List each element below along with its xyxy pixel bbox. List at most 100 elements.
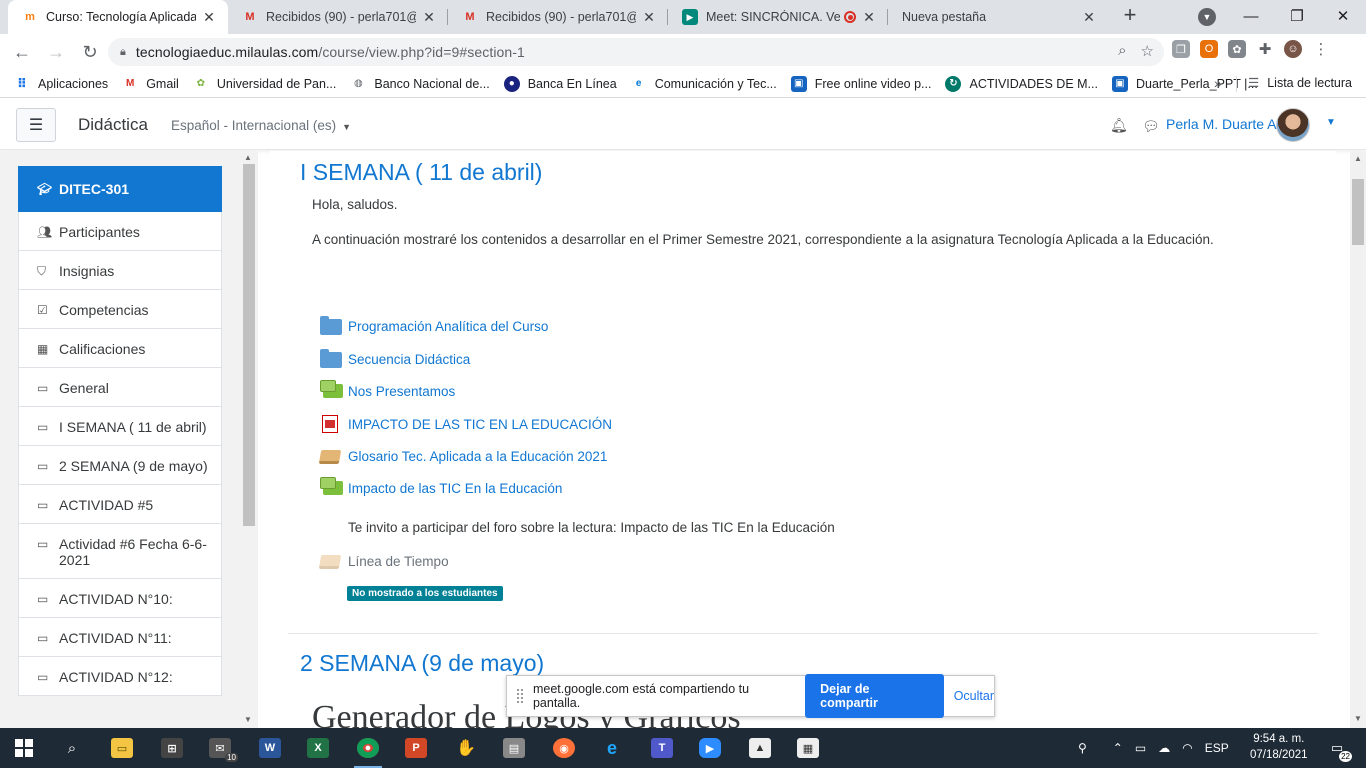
sidebar-item-semana-1[interactable]: ▭ I SEMANA ( 11 de abril) bbox=[18, 407, 222, 446]
word-icon[interactable]: W bbox=[250, 732, 290, 764]
drag-handle-icon[interactable] bbox=[517, 689, 523, 703]
drawer-scroll-thumb[interactable] bbox=[243, 164, 255, 526]
internet-explorer-icon[interactable]: e bbox=[592, 732, 632, 764]
extension-copy-icon[interactable]: ❐ bbox=[1172, 40, 1190, 58]
new-tab-icon[interactable]: + bbox=[1118, 4, 1142, 28]
bookmark-university[interactable]: ✿ Universidad de Pan... bbox=[193, 76, 337, 92]
tray-expand-icon[interactable]: ⌃ bbox=[1113, 741, 1123, 755]
battery-icon[interactable]: ▭ bbox=[1135, 741, 1146, 755]
photos-icon[interactable]: ▲ bbox=[740, 732, 780, 764]
sidebar-item-competencias[interactable]: ☑ Competencias bbox=[18, 290, 222, 329]
sidebar-item-actividad-6[interactable]: ▭ Actividad #6 Fecha 6-6-2021 bbox=[18, 524, 222, 579]
sidebar-item-semana-2[interactable]: ▭ 2 SEMANA (9 de mayo) bbox=[18, 446, 222, 485]
notifications-icon[interactable]: ▭ 22 bbox=[1326, 738, 1352, 762]
bell-icon[interactable]: 🔔︎ bbox=[1110, 117, 1128, 134]
scroll-down-icon[interactable]: ▼ bbox=[244, 715, 252, 724]
section-title[interactable]: 2 SEMANA (9 de mayo) bbox=[300, 650, 544, 677]
sidebar-item-course[interactable]: 🎓︎ DITEC-301 bbox=[18, 166, 222, 212]
language-menu[interactable]: Español - Internacional (es) ▼ bbox=[171, 118, 351, 133]
bookmark-comunicacion[interactable]: e Comunicación y Tec... bbox=[631, 76, 777, 92]
user-menu-caret-icon[interactable]: ▼ bbox=[1326, 117, 1336, 128]
wifi-icon[interactable]: ◠ bbox=[1182, 741, 1192, 755]
page-scroll-thumb[interactable] bbox=[1352, 179, 1364, 245]
bookmark-star-icon[interactable]: ☆ bbox=[1141, 42, 1154, 60]
activity-impacto-pdf[interactable]: IMPACTO DE LAS TIC EN LA EDUCACIÓN bbox=[320, 415, 612, 433]
close-tab-icon[interactable]: ✕ bbox=[420, 9, 438, 26]
tab-gmail-2[interactable]: M Recibidos (90) - perla701@gr ✕ bbox=[448, 0, 668, 34]
tab-meet[interactable]: ▶ Meet: SINCRÓNICA. Verif ✕ bbox=[668, 0, 888, 34]
site-name[interactable]: Didáctica bbox=[78, 115, 148, 135]
avatar[interactable] bbox=[1276, 108, 1310, 142]
printer-icon[interactable]: ▤ bbox=[494, 732, 534, 764]
sidebar-item-actividad-10[interactable]: ▭ ACTIVIDAD N°10: bbox=[18, 579, 222, 618]
zoom-search-icon[interactable]: ⌕ bbox=[1118, 42, 1126, 60]
bookmark-apps[interactable]: ⠿ Aplicaciones bbox=[14, 76, 108, 92]
teams-icon[interactable]: T bbox=[642, 732, 682, 764]
scroll-down-icon[interactable]: ▼ bbox=[1354, 714, 1362, 723]
menu-dots-icon[interactable]: ⋮ bbox=[1312, 40, 1330, 58]
chrome-icon[interactable]: ● bbox=[348, 732, 388, 768]
hide-button[interactable]: Ocultar bbox=[954, 689, 994, 703]
sidebar-item-calificaciones[interactable]: ▦ Calificaciones bbox=[18, 329, 222, 368]
user-name[interactable]: Perla M. Duarte A. bbox=[1166, 116, 1280, 132]
drawer-toggle-icon[interactable]: ☰ bbox=[16, 108, 56, 142]
store-icon[interactable]: ⊞ bbox=[152, 732, 192, 764]
sidebar-item-insignias[interactable]: ⛉ Insignias bbox=[18, 251, 222, 290]
activity-secuencia[interactable]: Secuencia Didáctica bbox=[320, 349, 470, 368]
glove-app-icon[interactable]: ✋ bbox=[446, 732, 486, 764]
sidebar-item-general[interactable]: ▭ General bbox=[18, 368, 222, 407]
close-tab-icon[interactable]: ✕ bbox=[640, 9, 658, 26]
bookmark-banca[interactable]: ● Banca En Línea bbox=[503, 75, 617, 92]
video-editor-icon[interactable]: ▦ bbox=[788, 732, 828, 764]
extension-leaf-icon[interactable]: ✿ bbox=[1228, 40, 1246, 58]
bookmark-bank[interactable]: ◍ Banco Nacional de... bbox=[350, 76, 490, 92]
excel-icon[interactable]: X bbox=[298, 732, 338, 764]
bookmark-gmail[interactable]: M Gmail bbox=[122, 76, 179, 92]
sidebar-item-actividad-11[interactable]: ▭ ACTIVIDAD N°11: bbox=[18, 618, 222, 657]
firefox-icon[interactable]: ◉ bbox=[544, 732, 584, 764]
sidebar-item-actividad-12[interactable]: ▭ ACTIVIDAD N°12: bbox=[18, 657, 222, 696]
scroll-up-icon[interactable]: ▲ bbox=[1354, 154, 1362, 163]
forward-icon[interactable]: → bbox=[42, 38, 70, 66]
activity-linea-tiempo[interactable]: Línea de Tiempo bbox=[318, 552, 449, 570]
minimize-icon[interactable]: — bbox=[1228, 0, 1274, 32]
messages-icon[interactable]: 💬︎ bbox=[1142, 118, 1160, 135]
activity-nos-presentamos[interactable]: Nos Presentamos bbox=[320, 380, 455, 400]
close-tab-icon[interactable]: ✕ bbox=[1080, 9, 1098, 26]
search-icon[interactable]: ⌕ bbox=[52, 732, 92, 764]
scroll-up-icon[interactable]: ▲ bbox=[244, 153, 252, 162]
close-tab-icon[interactable]: ✕ bbox=[200, 9, 218, 26]
section-title[interactable]: I SEMANA ( 11 de abril) bbox=[300, 159, 542, 186]
stop-sharing-button[interactable]: Dejar de compartir bbox=[805, 674, 944, 718]
onedrive-icon[interactable]: ☁ bbox=[1158, 741, 1170, 755]
tab-search-icon[interactable]: ▼ bbox=[1198, 8, 1216, 26]
people-icon[interactable]: ⚲ bbox=[1078, 741, 1087, 755]
address-bar[interactable]: 🔒︎ tecnologiaeduc.milaulas.com/course/vi… bbox=[108, 38, 1164, 66]
puzzle-icon[interactable]: ✚ bbox=[1256, 40, 1274, 58]
zoom-icon[interactable]: ▶ bbox=[690, 732, 730, 764]
bookmark-actividades[interactable]: ↻ ACTIVIDADES DE M... bbox=[945, 75, 1098, 92]
sidebar-item-actividad-5[interactable]: ▭ ACTIVIDAD #5 bbox=[18, 485, 222, 524]
clock[interactable]: 9:54 a. m. 07/18/2021 bbox=[1250, 731, 1308, 763]
drawer-scrollbar[interactable]: ▲ ▼ bbox=[242, 151, 256, 728]
close-tab-icon[interactable]: ✕ bbox=[860, 9, 878, 26]
reload-icon[interactable]: ↻ bbox=[76, 38, 104, 66]
tab-gmail-1[interactable]: M Recibidos (90) - perla701@gr ✕ bbox=[228, 0, 448, 34]
bookmarks-overflow-icon[interactable]: » bbox=[1214, 75, 1222, 91]
tab-new[interactable]: Nueva pestaña ✕ bbox=[888, 0, 1108, 34]
extension-office-icon[interactable]: O bbox=[1200, 40, 1218, 58]
back-icon[interactable]: ← bbox=[8, 38, 36, 66]
mail-icon[interactable]: ✉ 10 bbox=[200, 732, 240, 764]
powerpoint-icon[interactable]: P bbox=[396, 732, 436, 764]
close-window-icon[interactable]: ✕ bbox=[1320, 0, 1366, 32]
profile-avatar-icon[interactable]: ☺ bbox=[1284, 40, 1302, 58]
maximize-icon[interactable]: ❐ bbox=[1274, 0, 1320, 32]
bookmark-video[interactable]: ▣ Free online video p... bbox=[790, 75, 931, 92]
tab-moodle-course[interactable]: m Curso: Tecnología Aplicada a ✕ bbox=[8, 0, 228, 34]
activity-glosario[interactable]: Glosario Tec. Aplicada a la Educación 20… bbox=[318, 447, 607, 465]
language-indicator[interactable]: ESP bbox=[1205, 741, 1229, 755]
page-scrollbar[interactable]: ▲ ▼ bbox=[1350, 151, 1366, 728]
reading-list[interactable]: ☰ Lista de lectura bbox=[1248, 75, 1352, 91]
file-explorer-icon[interactable]: ▭ bbox=[102, 732, 142, 764]
activity-programacion[interactable]: Programación Analítica del Curso bbox=[320, 316, 548, 335]
